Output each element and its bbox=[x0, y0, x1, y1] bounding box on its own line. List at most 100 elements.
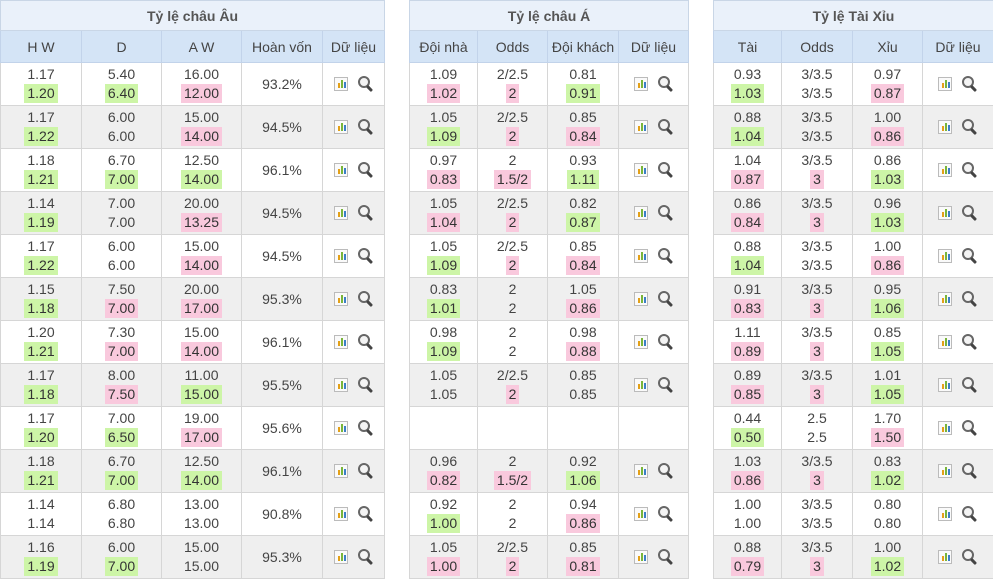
draw-odds-current: 7.50 bbox=[104, 385, 139, 404]
bar-chart-icon[interactable] bbox=[633, 249, 648, 263]
search-icon[interactable] bbox=[357, 549, 374, 565]
bar-chart-icon[interactable] bbox=[633, 163, 648, 177]
search-icon[interactable] bbox=[657, 506, 674, 522]
bar-chart-icon[interactable] bbox=[938, 378, 952, 392]
under-odds: 1.70 1.50 bbox=[852, 406, 923, 450]
total-line-current: 3 bbox=[810, 385, 824, 404]
search-icon[interactable] bbox=[962, 334, 978, 350]
bar-chart-icon[interactable] bbox=[938, 550, 952, 564]
search-icon[interactable] bbox=[357, 162, 374, 178]
search-icon[interactable] bbox=[962, 377, 978, 393]
search-icon[interactable] bbox=[962, 162, 978, 178]
search-icon[interactable] bbox=[962, 205, 978, 221]
bar-chart-icon[interactable] bbox=[333, 77, 348, 91]
search-icon[interactable] bbox=[962, 463, 978, 479]
bar-chart-icon[interactable] bbox=[938, 120, 952, 134]
search-icon[interactable] bbox=[657, 76, 674, 92]
search-icon[interactable] bbox=[962, 506, 978, 522]
bar-chart-icon[interactable] bbox=[938, 249, 952, 263]
search-icon[interactable] bbox=[962, 549, 978, 565]
search-icon[interactable] bbox=[962, 248, 978, 264]
handicap-odds-opening: 2/2.5 bbox=[496, 238, 529, 254]
away-win-odds-current: 14.00 bbox=[180, 256, 223, 275]
bar-chart-icon[interactable] bbox=[938, 206, 952, 220]
search-icon[interactable] bbox=[657, 205, 674, 221]
home-team-odds-opening: 0.92 bbox=[429, 496, 458, 512]
search-icon[interactable] bbox=[962, 291, 978, 307]
search-icon[interactable] bbox=[657, 162, 674, 178]
bar-chart-icon[interactable] bbox=[333, 163, 348, 177]
search-icon[interactable] bbox=[962, 76, 978, 92]
data-actions bbox=[322, 449, 385, 493]
bar-chart-icon[interactable] bbox=[633, 464, 648, 478]
bar-chart-icon[interactable] bbox=[633, 77, 648, 91]
search-icon[interactable] bbox=[357, 205, 374, 221]
search-icon[interactable] bbox=[357, 76, 374, 92]
away-win-odds-opening: 15.00 bbox=[183, 238, 220, 254]
over-odds-current: 1.03 bbox=[730, 84, 765, 103]
search-icon[interactable] bbox=[657, 334, 674, 350]
search-icon[interactable] bbox=[357, 248, 374, 264]
return-rate: 95.3% bbox=[241, 535, 323, 579]
bar-chart-icon[interactable] bbox=[938, 292, 952, 306]
bar-chart-icon[interactable] bbox=[938, 421, 952, 435]
bar-chart-icon[interactable] bbox=[938, 507, 952, 521]
bar-chart-icon[interactable] bbox=[633, 120, 648, 134]
search-icon[interactable] bbox=[357, 334, 374, 350]
bar-chart-icon[interactable] bbox=[333, 335, 348, 349]
home-win-odds-opening: 1.15 bbox=[27, 281, 55, 297]
search-icon[interactable] bbox=[657, 463, 674, 479]
over-odds-current: 1.04 bbox=[730, 127, 765, 146]
bar-chart-icon[interactable] bbox=[633, 550, 648, 564]
bar-chart-icon[interactable] bbox=[633, 292, 648, 306]
search-icon[interactable] bbox=[357, 420, 374, 436]
bar-chart-icon[interactable] bbox=[633, 378, 648, 392]
bar-chart-icon[interactable] bbox=[633, 206, 648, 220]
search-icon[interactable] bbox=[357, 377, 374, 393]
over-odds-opening: 0.88 bbox=[733, 539, 762, 555]
under-odds: 1.00 0.86 bbox=[852, 105, 923, 149]
bar-chart-icon[interactable] bbox=[938, 335, 952, 349]
bar-chart-icon[interactable] bbox=[333, 507, 348, 521]
away-win-odds: 13.00 13.00 bbox=[161, 492, 242, 536]
search-icon[interactable] bbox=[962, 420, 978, 436]
search-icon[interactable] bbox=[357, 119, 374, 135]
bar-chart-icon[interactable] bbox=[938, 163, 952, 177]
table-row: 1.18 1.21 6.70 7.00 12.50 14.00 96.1% bbox=[0, 148, 385, 192]
search-icon[interactable] bbox=[357, 506, 374, 522]
search-icon[interactable] bbox=[657, 291, 674, 307]
search-icon[interactable] bbox=[657, 248, 674, 264]
bar-chart-icon[interactable] bbox=[333, 292, 348, 306]
bar-chart-icon[interactable] bbox=[333, 550, 348, 564]
search-icon[interactable] bbox=[657, 119, 674, 135]
home-team-odds-opening: 1.05 bbox=[429, 367, 458, 383]
bar-chart-icon[interactable] bbox=[633, 507, 648, 521]
away-win-odds: 15.00 15.00 bbox=[161, 535, 242, 579]
search-icon[interactable] bbox=[962, 119, 978, 135]
bar-chart-icon[interactable] bbox=[938, 464, 952, 478]
search-icon[interactable] bbox=[657, 549, 674, 565]
over-odds: 1.04 0.87 bbox=[713, 148, 782, 192]
draw-odds-current: 7.00 bbox=[104, 299, 139, 318]
handicap-odds: 22 bbox=[477, 492, 548, 536]
over-odds-current: 0.83 bbox=[730, 299, 765, 318]
bar-chart-icon[interactable] bbox=[333, 120, 348, 134]
search-icon[interactable] bbox=[357, 291, 374, 307]
table-row: 1.05 1.00 2/2.5 2 0.85 0.81 bbox=[409, 535, 690, 579]
over-odds-current: 0.86 bbox=[730, 471, 765, 490]
bar-chart-icon[interactable] bbox=[333, 378, 348, 392]
draw-odds: 6.00 7.00 bbox=[81, 535, 162, 579]
bar-chart-icon[interactable] bbox=[938, 77, 952, 91]
handicap-odds-current: 2 bbox=[505, 84, 520, 103]
table-row: 1.00 1.00 3/3.5 3/3.5 0.80 0.80 bbox=[713, 492, 993, 536]
bar-chart-icon[interactable] bbox=[333, 249, 348, 263]
bar-chart-icon[interactable] bbox=[333, 464, 348, 478]
draw-odds-opening: 5.40 bbox=[107, 66, 136, 82]
bar-chart-icon[interactable] bbox=[333, 206, 348, 220]
bar-chart-icon[interactable] bbox=[333, 421, 348, 435]
bar-chart-icon[interactable] bbox=[633, 335, 648, 349]
search-icon[interactable] bbox=[657, 377, 674, 393]
away-win-odds-opening: 15.00 bbox=[183, 324, 220, 340]
search-icon[interactable] bbox=[357, 463, 374, 479]
table-row: 0.98 1.09 2 2 0.98 0.88 bbox=[409, 320, 690, 364]
